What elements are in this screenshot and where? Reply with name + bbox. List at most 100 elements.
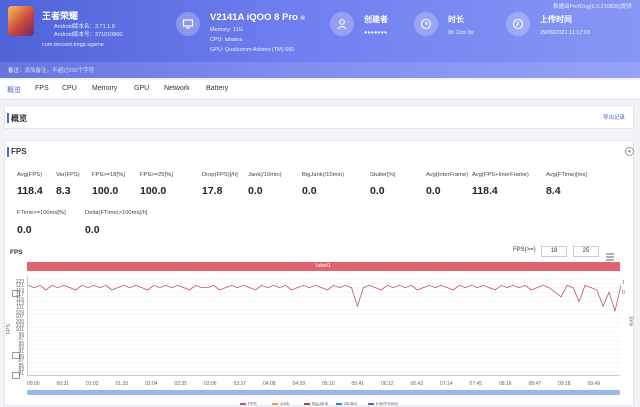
creator-value: ●●●●●●● (364, 30, 388, 36)
x-tick-label: 05:41 (351, 381, 365, 387)
tab-cpu[interactable]: CPU (62, 85, 77, 92)
legend-swatch (272, 402, 278, 405)
legend-swatch (304, 402, 310, 405)
label-bar[interactable]: label1 (27, 262, 620, 271)
device-icon (176, 12, 200, 36)
x-tick-label: 08:47 (528, 381, 542, 387)
legend-item[interactable]: InterFrame (368, 401, 398, 406)
stat-value: 8.4 (546, 185, 561, 197)
app-name: 王者荣耀 (42, 11, 79, 21)
fps-chart-svg (27, 278, 622, 372)
legend-item[interactable]: Jank (272, 401, 290, 406)
remark-input[interactable]: 添加备注，不超过200个字符 (25, 68, 95, 74)
stat-label: Avg(FTime)[ms] (546, 172, 587, 178)
legend-item[interactable]: BigJank (304, 401, 328, 406)
remark-label: 备注： (8, 68, 25, 74)
tab-gpu[interactable]: GPU (134, 85, 149, 92)
device-cpu: CPU: lahaina (210, 37, 243, 43)
device-gpu: GPU: Qualcomm Adreno (TM) 660 (210, 47, 295, 53)
collapse-icon[interactable]: ▾ (625, 147, 634, 156)
x-tick-label: 03:06 (204, 381, 217, 387)
upload-value: 29/09/2021 11:17:03 (540, 30, 591, 36)
stat-label: Drop(FPS)[/h] (202, 172, 238, 178)
stat-value: 0.0 (370, 185, 385, 197)
app-version-name: Android版本名：3.71.1.8 (54, 24, 115, 30)
y2-tick-label: 0 (622, 290, 625, 296)
legend-label: Stutter (344, 401, 358, 406)
stat-value: 118.4 (17, 185, 43, 197)
y-tick-label: 81 (18, 371, 24, 378)
x-tick-label: 02:04 (145, 381, 158, 387)
tab-fps[interactable]: FPS (35, 85, 49, 92)
stat-label: FPS>=25[%] (140, 172, 173, 178)
export-link[interactable]: 导出记录 (603, 113, 625, 121)
fps-chart[interactable] (27, 276, 622, 376)
legend-item[interactable]: Stutter (336, 401, 357, 406)
legend-swatch (336, 402, 342, 405)
stat-value: 0.0 (85, 224, 100, 236)
x-tick-label: 09:49 (587, 381, 601, 387)
x-tick-label: 04:39 (292, 381, 306, 387)
x-tick-label: 01:02 (86, 381, 99, 387)
fps-title: FPS (7, 147, 27, 157)
clock-icon (414, 12, 438, 36)
stat-label: Var(FPS) (56, 172, 80, 178)
stat-label: Delta(FTime)>100ms[/h] (85, 210, 148, 216)
x-tick-label: 02:35 (174, 381, 188, 387)
duration-label: 时长 (448, 15, 464, 24)
device-memory: Memory: 11G (210, 27, 243, 33)
stat-label: Avg(FPS+InterFrame) (472, 172, 529, 178)
tab-network[interactable]: Network (164, 85, 190, 92)
stat-value: 0.0 (426, 185, 441, 197)
duration-value: 0h 10m 8s (448, 30, 474, 36)
scrollbar-thumb[interactable] (27, 390, 620, 395)
stat-label: Stutter[%] (370, 172, 396, 178)
header-note: 数据由PerfDog(6.0.210836)提供 (553, 4, 632, 10)
upload-time-icon (506, 12, 530, 36)
stat-value: 0.0 (302, 185, 317, 197)
chart-title: FPS (10, 249, 23, 256)
x-tick-label: 07:14 (440, 381, 453, 387)
x-tick-label: 08:16 (499, 381, 512, 387)
x-tick-label: 00:00 (27, 381, 40, 387)
overview-title: 概览 (7, 113, 27, 123)
legend-swatch (368, 402, 374, 405)
report-header: 王者荣耀 Android版本名：3.71.1.8 Android版本号：3710… (0, 0, 640, 78)
x-tick-label: 09:18 (558, 381, 571, 387)
app-version-code: Android版本号：371010800 (54, 32, 123, 38)
section-tabs: 概览 FPS CPU Memory GPU Network Battery (0, 80, 640, 100)
fps-series-line (27, 284, 622, 313)
stat-label: FTime>=100ms[%] (17, 210, 66, 216)
stat-value: 100.0 (140, 185, 167, 197)
x-tick-label: 03:37 (233, 381, 247, 387)
stat-value: 8.3 (56, 185, 71, 197)
x-tick-label: 05:10 (322, 381, 335, 387)
stat-value: 17.8 (202, 185, 223, 197)
legend-label: Jank (280, 401, 290, 406)
y2-tick-label: 1 (622, 280, 625, 286)
fps-min-input[interactable]: 18 (541, 246, 567, 257)
tab-overview[interactable]: 概览 (7, 85, 21, 95)
fps-range-label: FPS(>=) (513, 247, 536, 253)
x-tick-label: 00:31 (56, 381, 70, 387)
fps-max-input[interactable]: 25 (573, 246, 599, 257)
stat-label: Avg(FPS) (17, 172, 43, 178)
stat-label: Avg(InterFrame) (426, 172, 469, 178)
app-icon (8, 6, 34, 36)
stat-value: 118.4 (472, 185, 498, 197)
x-tick-label: 06:12 (381, 381, 394, 387)
tab-memory[interactable]: Memory (92, 85, 117, 92)
stat-label: FPS>=18[%] (92, 172, 125, 178)
stat-value: 100.0 (92, 185, 119, 197)
y2-axis-label: Jank (627, 315, 634, 327)
tab-battery[interactable]: Battery (206, 85, 228, 92)
x-tick-label: 04:08 (263, 381, 276, 387)
x-tick-label: 01:33 (115, 381, 129, 387)
x-tick-label: 06:43 (410, 381, 424, 387)
menu-icon[interactable] (605, 248, 615, 261)
legend-item[interactable]: FPS (240, 401, 257, 406)
upload-label: 上传时间 (540, 15, 572, 24)
remark-bar[interactable]: 备注：添加备注，不超过200个字符 (0, 62, 640, 78)
time-scrollbar[interactable] (27, 390, 620, 395)
legend-swatch (240, 402, 246, 405)
